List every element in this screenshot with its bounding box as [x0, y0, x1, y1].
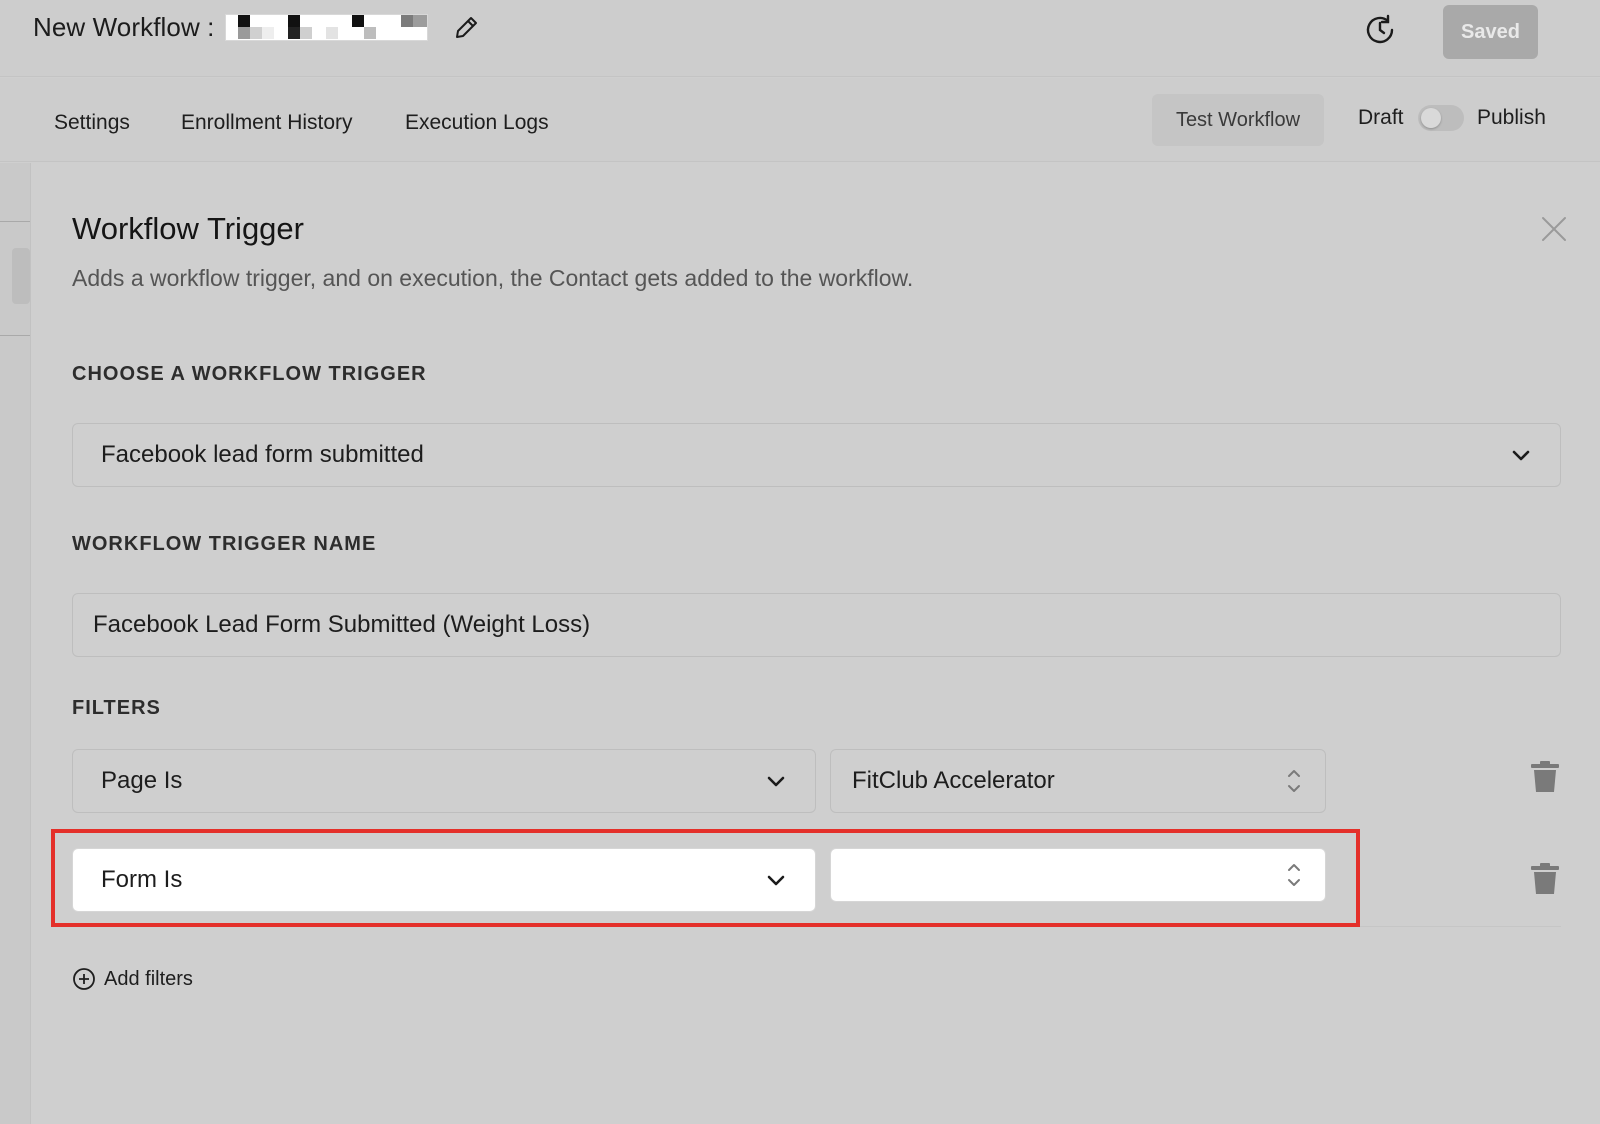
trash-icon[interactable]: [1531, 761, 1559, 793]
toggle-knob: [1421, 108, 1441, 128]
filter-field-value: Page Is: [101, 767, 183, 794]
trigger-name-value: Facebook Lead Form Submitted (Weight Los…: [93, 611, 591, 638]
trigger-name-input[interactable]: Facebook Lead Form Submitted (Weight Los…: [72, 593, 1561, 657]
test-workflow-button[interactable]: Test Workflow: [1152, 94, 1324, 146]
filter-field-select[interactable]: Form Is: [72, 848, 816, 912]
trigger-name-label: WORKFLOW TRIGGER NAME: [72, 533, 377, 555]
workflow-name-redacted[interactable]: [225, 14, 428, 41]
trigger-select[interactable]: Facebook lead form submitted: [72, 423, 1561, 487]
panel-description: Adds a workflow trigger, and on executio…: [72, 265, 914, 291]
workflow-editor: New Workflow : Saved Settings Enrollment…: [0, 0, 1600, 1124]
top-header: New Workflow : Saved: [0, 0, 1600, 77]
chevron-down-icon: [767, 875, 785, 886]
filter-value-select[interactable]: [830, 848, 1326, 902]
tab-bar: Settings Enrollment History Execution Lo…: [0, 78, 1600, 162]
draft-label: Draft: [1358, 106, 1404, 129]
filter-value-text: FitClub Accelerator: [852, 767, 1055, 794]
publish-label: Publish: [1477, 106, 1546, 129]
canvas-edge: [0, 163, 31, 1124]
add-filters-label: Add filters: [104, 967, 193, 990]
chevron-down-icon: [1512, 450, 1530, 461]
panel-title: Workflow Trigger: [72, 211, 304, 246]
workflow-title: New Workflow :: [33, 12, 215, 42]
trash-icon[interactable]: [1531, 863, 1559, 895]
sort-updown-icon: [1288, 864, 1300, 886]
filters-label: FILTERS: [72, 697, 161, 719]
filter-field-value: Form Is: [101, 866, 183, 893]
saved-button[interactable]: Saved: [1443, 5, 1538, 59]
close-icon[interactable]: [1540, 215, 1568, 243]
chevron-down-icon: [767, 776, 785, 787]
tab-execution-logs[interactable]: Execution Logs: [405, 111, 549, 135]
publish-toggle[interactable]: [1418, 105, 1464, 131]
pencil-icon[interactable]: [452, 14, 480, 42]
trigger-select-value: Facebook lead form submitted: [101, 441, 424, 468]
choose-trigger-label: CHOOSE A WORKFLOW TRIGGER: [72, 363, 427, 385]
tab-settings[interactable]: Settings: [54, 111, 130, 135]
history-icon[interactable]: [1362, 12, 1398, 48]
filter-field-select[interactable]: Page Is: [72, 749, 816, 813]
plus-circle-icon: [73, 968, 95, 990]
sort-updown-icon: [1288, 770, 1300, 792]
add-filters-button[interactable]: Add filters: [72, 965, 193, 993]
filter-value-select[interactable]: FitClub Accelerator: [830, 749, 1326, 813]
tab-enrollment-history[interactable]: Enrollment History: [181, 111, 353, 135]
